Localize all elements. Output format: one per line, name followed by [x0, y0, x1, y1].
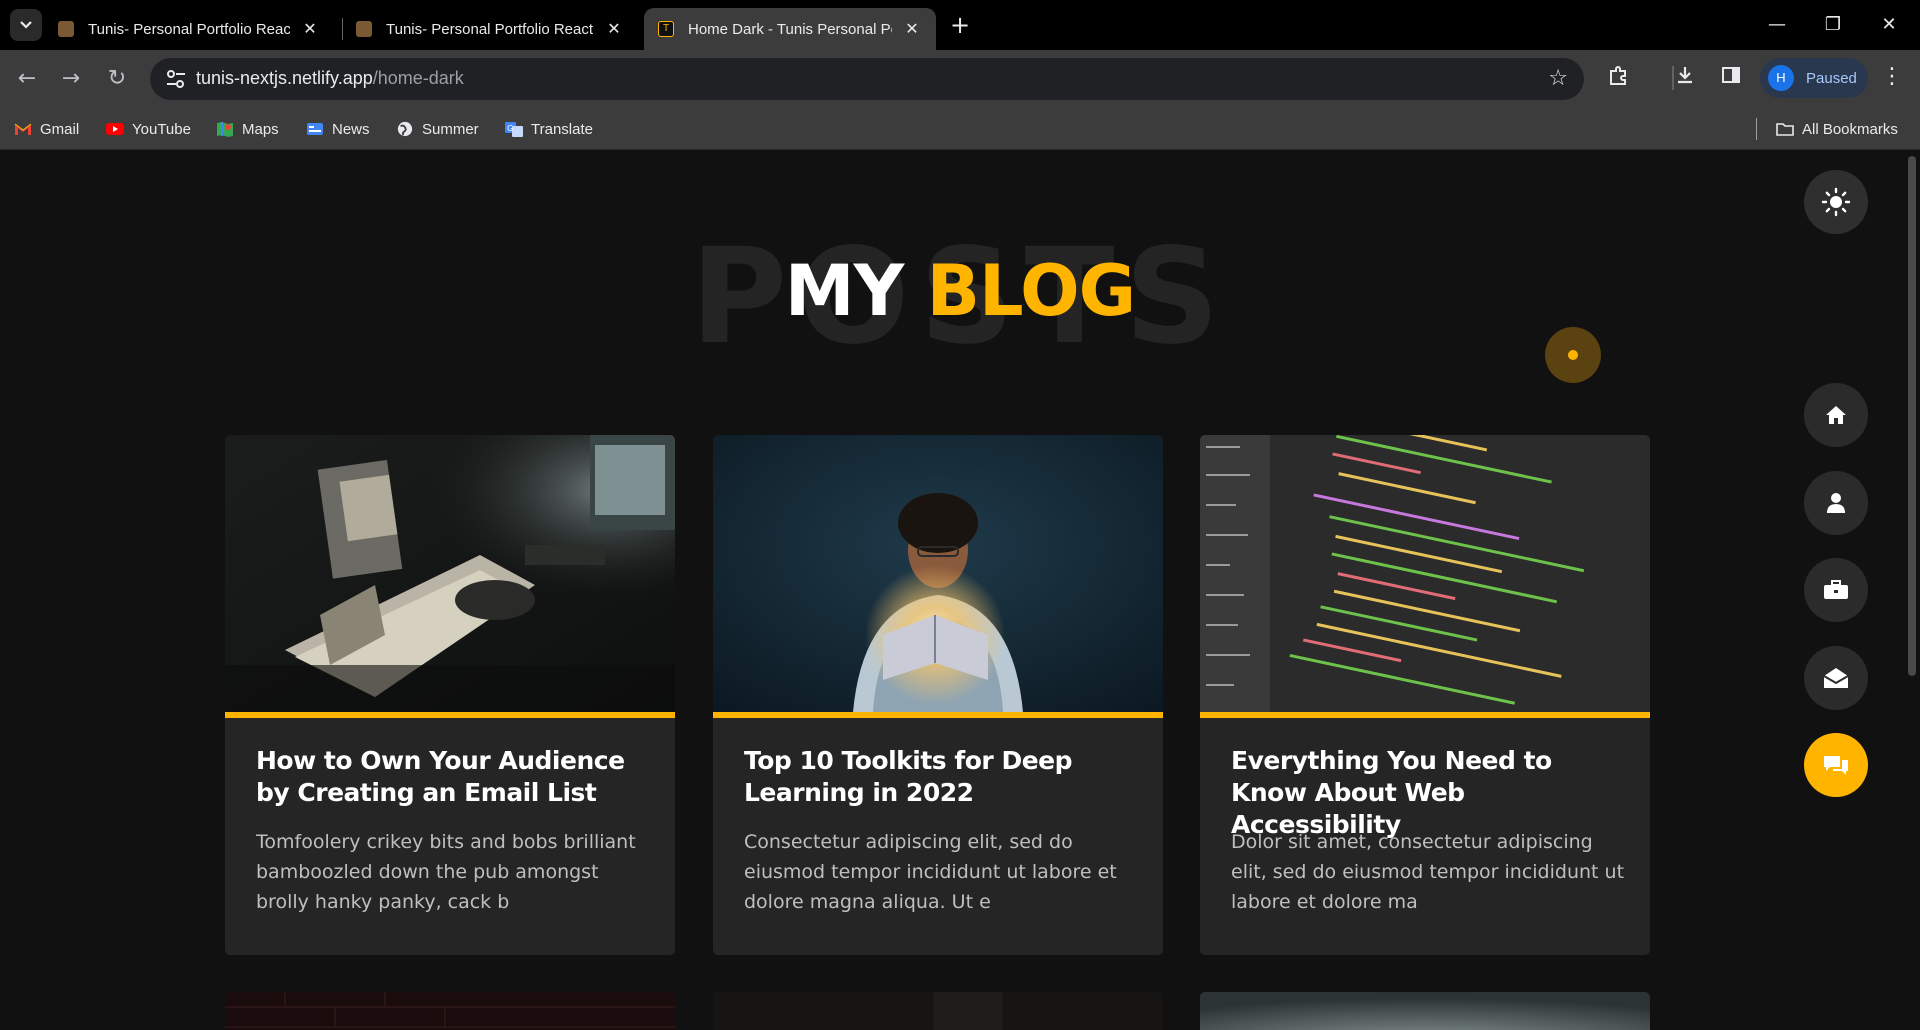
bookmark-label: Summer: [422, 120, 479, 138]
all-bookmarks-button[interactable]: All Bookmarks: [1776, 117, 1898, 141]
bookmark-label: Translate: [531, 120, 593, 138]
all-bookmarks-label: All Bookmarks: [1802, 120, 1898, 138]
blog-section: POSTS MY BLOG How to Own Your Audience b…: [0, 150, 1920, 1030]
gmail-icon: [14, 123, 32, 135]
back-arrow-icon[interactable]: ←: [12, 64, 42, 94]
blog-card-next-row[interactable]: [713, 992, 1163, 1030]
address-bar[interactable]: tunis-nextjs.netlify.app/home-dark ☆: [150, 58, 1584, 100]
avatar: H: [1768, 65, 1794, 91]
browser-toolbar: ← → ↻ tunis-nextjs.netlify.app/home-dark…: [0, 50, 1920, 108]
nav-blog-button[interactable]: [1804, 733, 1868, 797]
portfolio-favicon-icon: [58, 21, 74, 37]
new-tab-plus-icon[interactable]: +: [946, 12, 974, 40]
user-icon: [1827, 493, 1845, 513]
youtube-icon: [106, 123, 124, 135]
post-excerpt: Consectetur adipiscing elit, sed do eius…: [744, 831, 1117, 913]
portfolio-favicon-icon: [356, 21, 372, 37]
bookmark-label: News: [332, 120, 370, 138]
bookmark-gmail[interactable]: Gmail: [14, 117, 79, 141]
post-title[interactable]: How to Own Your Audience by Creating an …: [256, 745, 651, 809]
profile-status-label: Paused: [1806, 69, 1857, 87]
post-image-reading[interactable]: [713, 435, 1163, 712]
briefcase-icon: [1824, 580, 1848, 599]
download-icon[interactable]: [1670, 64, 1700, 94]
forward-arrow-icon[interactable]: →: [56, 64, 86, 94]
bookmark-news[interactable]: News: [306, 117, 370, 141]
close-window-icon[interactable]: ✕: [1866, 10, 1912, 40]
extensions-puzzle-icon[interactable]: [1604, 64, 1634, 94]
url-host: tunis-nextjs.netlify.app: [196, 68, 373, 88]
news-icon: [307, 123, 323, 135]
section-heading: MY BLOG: [0, 250, 1920, 332]
scrollbar-thumb[interactable]: [1908, 156, 1916, 676]
blog-card-next-row[interactable]: [1200, 992, 1650, 1030]
envelope-open-icon: [1823, 668, 1849, 688]
folder-icon: [1776, 123, 1794, 136]
globe-icon: [397, 121, 413, 137]
browser-tab-2[interactable]: Tunis- Personal Portfolio React ✕: [342, 8, 638, 50]
custom-cursor: [1545, 327, 1601, 383]
post-title[interactable]: Top 10 Toolkits for Deep Learning in 202…: [744, 745, 1139, 809]
bookmark-translate[interactable]: G Translate: [505, 117, 593, 141]
post-image-desk[interactable]: [225, 435, 675, 712]
url-path: /home-dark: [372, 68, 464, 88]
bookmark-label: YouTube: [132, 120, 191, 138]
browser-tab-1[interactable]: Tunis- Personal Portfolio React ✕: [44, 8, 334, 50]
maps-icon: [217, 122, 233, 137]
blog-card[interactable]: How to Own Your Audience by Creating an …: [225, 435, 675, 955]
translate-icon: G: [505, 122, 523, 137]
browser-tab-active[interactable]: T Home Dark - Tunis Personal Por ✕: [644, 8, 936, 50]
bookmark-maps[interactable]: Maps: [216, 117, 279, 141]
home-icon: [1826, 406, 1846, 424]
side-panel-icon[interactable]: [1716, 64, 1746, 94]
comments-icon: [1824, 756, 1848, 775]
bookmark-label: Maps: [242, 120, 279, 138]
bookmark-label: Gmail: [40, 120, 80, 138]
url-text: tunis-nextjs.netlify.app/home-dark: [196, 68, 464, 89]
restore-icon[interactable]: ❐: [1810, 10, 1856, 40]
theme-toggle-button[interactable]: [1804, 170, 1868, 234]
nav-about-button[interactable]: [1804, 471, 1868, 535]
chevron-down-icon: [20, 21, 32, 29]
bookmark-summer[interactable]: Summer: [396, 117, 479, 141]
sun-icon: [1821, 187, 1851, 217]
heading-accent: BLOG: [926, 250, 1136, 332]
card-accent-bar: [1200, 712, 1650, 718]
profile-button[interactable]: H Paused: [1760, 58, 1868, 98]
blog-card-next-row[interactable]: [225, 992, 675, 1030]
post-image-code[interactable]: [1200, 435, 1650, 712]
card-accent-bar: [225, 712, 675, 718]
heading-main: MY: [784, 250, 904, 332]
close-tab-icon[interactable]: ✕: [902, 19, 922, 39]
minimize-icon[interactable]: —: [1754, 10, 1800, 40]
bookmarks-divider: [1756, 118, 1757, 140]
card-accent-bar: [713, 712, 1163, 718]
close-tab-icon[interactable]: ✕: [300, 19, 320, 39]
bookmark-youtube[interactable]: YouTube: [106, 117, 191, 141]
nav-home-button[interactable]: [1804, 383, 1868, 447]
post-excerpt: Dolor sit amet, consectetur adipiscing e…: [1231, 831, 1625, 913]
nav-portfolio-button[interactable]: [1804, 558, 1868, 622]
blog-card[interactable]: Top 10 Toolkits for Deep Learning in 202…: [713, 435, 1163, 955]
menu-kebab-icon[interactable]: ⋮: [1880, 64, 1904, 89]
tab-strip: Tunis- Personal Portfolio React ✕ Tunis-…: [0, 0, 1920, 50]
site-settings-icon[interactable]: [164, 68, 188, 90]
nav-contact-button[interactable]: [1804, 646, 1868, 710]
tunis-favicon-icon: T: [658, 21, 674, 37]
reload-icon[interactable]: ↻: [102, 64, 132, 94]
tab-search-button[interactable]: [10, 9, 42, 41]
post-excerpt: Tomfoolery crikey bits and bobs brillian…: [256, 831, 636, 913]
bookmark-star-icon[interactable]: ☆: [1548, 66, 1568, 91]
bookmarks-bar: Gmail YouTube Maps News Summer G Transla…: [0, 108, 1920, 150]
blog-card[interactable]: Everything You Need to Know About Web Ac…: [1200, 435, 1650, 955]
svg-text:G: G: [507, 124, 513, 133]
close-tab-icon[interactable]: ✕: [604, 19, 624, 39]
